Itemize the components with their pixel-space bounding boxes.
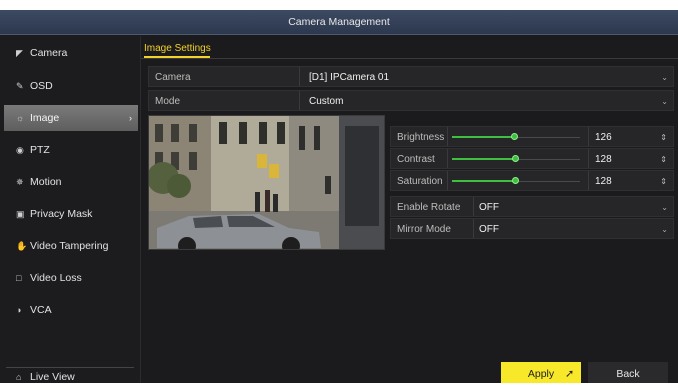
brightness-value-input[interactable]: 126 ⇕: [588, 127, 672, 146]
chevron-right-icon: ›: [129, 113, 132, 123]
contrast-value-input[interactable]: 128 ⇕: [588, 149, 672, 168]
video-loss-icon: □: [16, 273, 22, 283]
sidebar-item-label: Camera: [30, 47, 68, 59]
camera-preview-image: [148, 115, 385, 250]
enable-rotate-select[interactable]: OFF: [479, 197, 499, 218]
row-divider: [473, 197, 474, 216]
camera-select[interactable]: [D1] IPCamera 01: [309, 67, 389, 88]
tab-image-settings[interactable]: Image Settings: [144, 43, 211, 54]
privacy-mask-icon: ▣: [16, 209, 25, 219]
mode-select[interactable]: Custom: [309, 91, 343, 112]
tab-divider: [141, 58, 678, 59]
sidebar-item-camera[interactable]: ◤ Camera: [0, 40, 140, 66]
live-view-button[interactable]: ⌂ Live View: [0, 366, 140, 384]
mouse-cursor-icon: ➚: [565, 368, 575, 380]
mode-select-row[interactable]: Mode Custom ⌄: [148, 90, 674, 111]
mirror-mode-row[interactable]: Mirror Mode OFF ⌄: [390, 218, 674, 239]
live-view-label: Live View: [30, 371, 75, 383]
sidebar-item-label: Image: [30, 112, 60, 124]
contrast-value: 128: [595, 154, 612, 165]
sidebar-item-label: Video Loss: [30, 272, 82, 284]
row-divider: [299, 67, 300, 86]
row-divider: [473, 219, 474, 238]
row-divider: [447, 127, 448, 146]
chevron-down-icon[interactable]: ⌄: [661, 197, 668, 218]
home-icon: ⌂: [16, 372, 22, 382]
brightness-slider-fill: [452, 136, 515, 138]
saturation-value-input[interactable]: 128 ⇕: [588, 171, 672, 190]
brightness-label: Brightness: [397, 132, 445, 143]
ptz-icon: ◉: [16, 145, 24, 155]
sidebar-item-osd[interactable]: ✎ OSD: [0, 73, 140, 99]
video-tampering-icon: ✋: [16, 241, 28, 251]
row-divider: [447, 149, 448, 168]
saturation-label: Saturation: [397, 176, 443, 187]
saturation-slider-handle[interactable]: [512, 177, 519, 184]
mode-label: Mode: [155, 96, 181, 107]
window-title: Camera Management: [0, 10, 678, 35]
row-divider: [447, 171, 448, 190]
back-label: Back: [616, 368, 640, 380]
motion-icon: ✵: [16, 177, 24, 187]
sidebar-item-video-loss[interactable]: □ Video Loss: [0, 265, 140, 291]
chevron-down-icon[interactable]: ⌄: [661, 219, 668, 240]
enable-rotate-label: Enable Rotate: [397, 202, 461, 213]
sidebar-item-image[interactable]: ☼ Image ›: [4, 105, 138, 131]
camera-label: Camera: [155, 72, 191, 83]
apply-label: Apply: [527, 368, 555, 380]
enable-rotate-row[interactable]: Enable Rotate OFF ⌄: [390, 196, 674, 217]
brightness-row: Brightness 126 ⇕: [390, 126, 674, 147]
saturation-slider-fill: [452, 180, 516, 182]
sidebar-item-video-tampering[interactable]: ✋ Video Tampering: [0, 233, 140, 259]
brightness-value: 126: [595, 132, 612, 143]
osd-icon: ✎: [16, 81, 24, 91]
sidebar-item-label: VCA: [30, 304, 52, 316]
chevron-down-icon[interactable]: ⌄: [661, 91, 668, 112]
camera-select-row[interactable]: Camera [D1] IPCamera 01 ⌄: [148, 66, 674, 87]
apply-button[interactable]: Apply ➚: [501, 362, 581, 383]
mirror-mode-select[interactable]: OFF: [479, 219, 499, 240]
sidebar-item-label: OSD: [30, 80, 53, 92]
row-divider: [299, 91, 300, 110]
vca-icon: ◑: [16, 305, 22, 315]
sidebar-item-label: Motion: [30, 176, 62, 188]
contrast-row: Contrast 128 ⇕: [390, 148, 674, 169]
image-icon: ☼: [16, 113, 25, 123]
spinner-icon[interactable]: ⇕: [660, 171, 667, 192]
brightness-slider-handle[interactable]: [510, 133, 518, 140]
mirror-mode-label: Mirror Mode: [397, 224, 451, 235]
spinner-icon[interactable]: ⇕: [660, 127, 667, 148]
sidebar-item-label: PTZ: [30, 144, 50, 156]
contrast-slider-handle[interactable]: [512, 155, 519, 162]
sidebar-item-privacy-mask[interactable]: ▣ Privacy Mask: [0, 201, 140, 227]
camera-icon: ◤: [16, 48, 23, 58]
spinner-icon[interactable]: ⇕: [660, 149, 667, 170]
sidebar-separator: [140, 36, 141, 383]
street-scene-image: [149, 116, 384, 249]
saturation-row: Saturation 128 ⇕: [390, 170, 674, 191]
contrast-label: Contrast: [397, 154, 435, 165]
sidebar-item-label: Video Tampering: [30, 240, 109, 252]
sidebar-item-motion[interactable]: ✵ Motion: [0, 169, 140, 195]
sidebar: ◤ Camera ✎ OSD ☼ Image › ◉ PTZ ✵ Motion ▣ Priv…: [0, 36, 140, 383]
back-button[interactable]: Back: [588, 362, 668, 383]
contrast-slider-fill: [452, 158, 516, 160]
sidebar-item-vca[interactable]: ◑ VCA: [0, 297, 140, 323]
sidebar-item-label: Privacy Mask: [30, 208, 93, 220]
chevron-down-icon[interactable]: ⌄: [661, 67, 668, 88]
saturation-value: 128: [595, 176, 612, 187]
camera-management-window: Camera Management ◤ Camera ✎ OSD ☼ Image › …: [0, 10, 678, 383]
sidebar-item-ptz[interactable]: ◉ PTZ: [0, 137, 140, 163]
